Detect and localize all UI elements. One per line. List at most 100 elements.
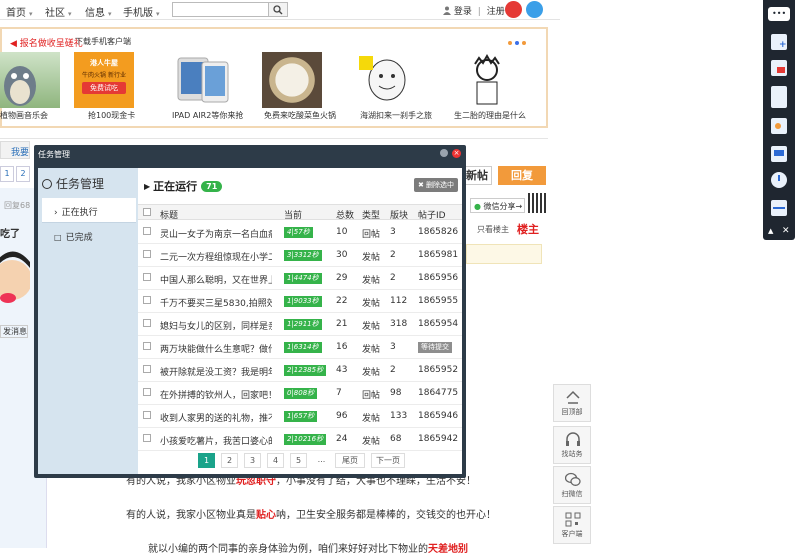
banner-thumb[interactable] <box>0 52 60 108</box>
row-checkbox[interactable] <box>143 365 151 373</box>
task-title[interactable]: 中国人那么聪明，又在世界上 <box>160 273 272 286</box>
task-section: 3 <box>390 227 396 237</box>
banner-red-link[interactable]: ◀ 报名做收呈磋礼 <box>10 36 83 49</box>
back-to-top-button[interactable]: 回顶部 <box>553 384 591 422</box>
table-row[interactable]: 在外拼搏的钦州人，回家吧！ 0|808秒 7 回帖 98 1864775 <box>138 382 462 405</box>
table-row[interactable]: 灵山一女子为南京一名白血病 4|57秒 10 回帖 3 1865826 <box>138 221 462 244</box>
table-row[interactable]: 中国人那么聪明，又在世界上 1|4474秒 29 发帖 2 1865956 <box>138 267 462 290</box>
select-all-checkbox[interactable] <box>143 208 151 216</box>
banner-caption[interactable]: 植物画音乐会 <box>0 110 48 121</box>
delete-selected-button[interactable]: ✖ 删除选中 <box>414 178 458 192</box>
edit-icon[interactable] <box>771 92 787 108</box>
table-row[interactable]: 千万不要买三星5830,拍照效果 1|9033秒 22 发帖 112 1865955 <box>138 290 462 313</box>
banner-download-link[interactable]: 下载手机客户端 <box>75 36 131 47</box>
page-button[interactable]: 4 <box>267 453 284 468</box>
banner-thumb[interactable] <box>357 52 417 108</box>
banner-caption[interactable]: 生二胎的理由是什么 <box>454 110 526 121</box>
contact-staff-button[interactable]: 找站务 <box>553 426 591 464</box>
send-message-button[interactable]: 发消息 <box>0 325 28 338</box>
post-id: 1865826 <box>418 227 459 237</box>
row-checkbox[interactable] <box>143 273 151 281</box>
task-type: 发帖 <box>362 253 381 263</box>
dialog-main: ▶ 正在运行 71 ✖ 删除选中 标题 当前 总数 类型 版块 帖子ID 灵山一… <box>138 168 462 474</box>
row-checkbox[interactable] <box>143 434 151 442</box>
table-row[interactable]: 二元一次方程组惊现在小学二 3|3312秒 30 发帖 2 1865981 <box>138 244 462 267</box>
banner-caption[interactable]: 免费来吃酸菜鱼火锅 <box>264 110 336 121</box>
task-title[interactable]: 千万不要买三星5830,拍照效果 <box>160 296 272 309</box>
page-button[interactable]: 1 <box>198 453 215 468</box>
carousel-dots[interactable] <box>508 38 529 48</box>
banner-caption[interactable]: IPAD AIR2等你来抢 <box>172 110 243 121</box>
row-checkbox[interactable] <box>143 388 151 396</box>
wechat-share-button[interactable]: ● 微信分享→ <box>470 198 525 213</box>
task-total: 16 <box>336 342 348 352</box>
banner-caption[interactable]: 海湖扣来一刹手之旅 <box>360 110 432 121</box>
row-checkbox[interactable] <box>143 227 151 235</box>
nav-home[interactable]: 首页 ▾ <box>6 4 33 19</box>
nav-mobile[interactable]: 手机版 ▾ <box>123 4 160 19</box>
close-icon[interactable]: ✕ <box>782 226 790 236</box>
row-checkbox[interactable] <box>143 342 151 350</box>
scan-wechat-button[interactable]: 扫微信 <box>553 466 591 504</box>
sidebar-item-running[interactable]: › 正在执行 <box>42 198 136 222</box>
reply-button[interactable]: 回复 <box>498 166 546 185</box>
task-title[interactable]: 被开除就是没工资？我是明年 <box>160 365 272 378</box>
clock-icon[interactable] <box>771 172 787 188</box>
promo-banner: ◀ 报名做收呈磋礼 下载手机客户端 植物画音乐会 港人牛屋 牛肉火锅 新行业 免… <box>0 27 548 128</box>
new-post-button[interactable]: 新帖 <box>462 166 492 185</box>
client-app-button[interactable]: 客户端 <box>553 506 591 544</box>
row-checkbox[interactable] <box>143 296 151 304</box>
table-row[interactable]: 被开除就是没工资？我是明年 2|12385秒 43 发帖 2 1865952 <box>138 359 462 382</box>
sidebar-item-completed[interactable]: □ 已完成 <box>42 222 136 246</box>
last-page-button[interactable]: 尾页 <box>335 453 365 468</box>
banner-thumb[interactable]: 港人牛屋 牛肉火锅 新行业 免费试吃 <box>74 52 134 108</box>
page-link[interactable]: 2 <box>16 166 30 182</box>
qq-icon[interactable] <box>526 1 543 18</box>
banner-thumb[interactable] <box>172 52 232 108</box>
plus-doc-icon[interactable]: + <box>771 34 787 50</box>
row-checkbox[interactable] <box>143 411 151 419</box>
row-checkbox[interactable] <box>143 250 151 258</box>
wechat-icon: ● <box>474 202 481 211</box>
task-title[interactable]: 媳妇与女儿的区别，同样是亲 <box>160 319 272 332</box>
sidebar-heading: 任务管理 <box>42 175 104 192</box>
table-row[interactable]: 媳妇与女儿的区别，同样是亲 1|2911秒 21 发帖 318 1865954 <box>138 313 462 336</box>
monitor-icon[interactable] <box>771 146 787 162</box>
minimize-icon[interactable] <box>440 149 448 157</box>
task-total: 43 <box>336 365 348 375</box>
page-button[interactable]: 2 <box>221 453 238 468</box>
search-button[interactable] <box>268 2 288 17</box>
chat-icon[interactable]: ••• <box>768 7 790 21</box>
table-row[interactable]: 小孩爱吃薯片，我苦口婆心的 2|10216秒 24 发帖 68 1865942 <box>138 428 462 451</box>
table-row[interactable]: 收到人家男的送的礼物，推不 1|657秒 96 发帖 133 1865946 <box>138 405 462 428</box>
task-type: 发帖 <box>362 345 381 355</box>
task-title[interactable]: 二元一次方程组惊现在小学二 <box>160 250 272 263</box>
page-button[interactable]: 5 <box>290 453 307 468</box>
image-doc-icon[interactable] <box>771 60 787 76</box>
weibo-icon[interactable] <box>505 1 522 18</box>
nav-info[interactable]: 信息 ▾ <box>85 4 112 19</box>
only-op-link[interactable]: 只看楼主 <box>477 224 509 235</box>
nav-community[interactable]: 社区 ▾ <box>45 4 72 19</box>
collapse-up-icon[interactable]: ▲ <box>768 227 773 235</box>
page-button[interactable]: 3 <box>244 453 261 468</box>
login-link[interactable]: 登录 <box>454 7 472 17</box>
bar-icon[interactable] <box>771 200 787 216</box>
task-title[interactable]: 小孩爱吃薯片，我苦口婆心的 <box>160 434 272 447</box>
page-link[interactable]: 1 <box>0 166 14 182</box>
next-page-button[interactable]: 下一页 <box>371 453 405 468</box>
register-link[interactable]: 注册 <box>487 7 505 17</box>
banner-caption[interactable]: 抢100现金卡 <box>88 110 135 121</box>
banner-thumb[interactable] <box>457 52 517 108</box>
profile-icon[interactable] <box>771 118 787 134</box>
row-checkbox[interactable] <box>143 319 151 327</box>
avatar[interactable] <box>0 240 32 320</box>
close-icon[interactable]: × <box>452 149 461 158</box>
task-title[interactable]: 两万块能做什么生意呢？做什 <box>160 342 272 355</box>
task-title[interactable]: 收到人家男的送的礼物，推不 <box>160 411 272 424</box>
task-title[interactable]: 灵山一女子为南京一名白血病 <box>160 227 272 240</box>
banner-thumb[interactable] <box>262 52 322 108</box>
task-title[interactable]: 在外拼搏的钦州人，回家吧！ <box>160 388 272 401</box>
post-new-link[interactable]: 我要 <box>0 141 30 159</box>
table-row[interactable]: 两万块能做什么生意呢？做什 1|6314秒 16 发帖 3 等待提交 <box>138 336 462 359</box>
